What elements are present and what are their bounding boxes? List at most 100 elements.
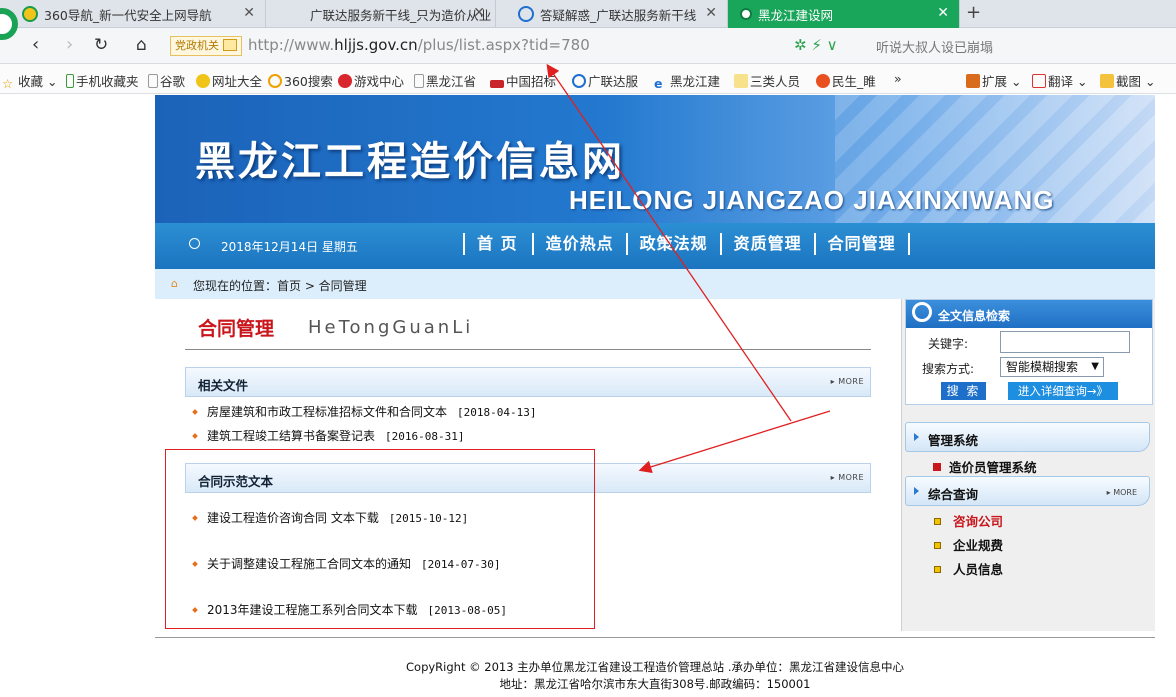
bookmark-favorites[interactable]: ☆ 收藏 ⌄ bbox=[2, 71, 57, 91]
back-button[interactable]: ‹ bbox=[32, 35, 39, 55]
search-panel-header: 全文信息检索 bbox=[906, 300, 1152, 328]
menu-contract[interactable]: 合同管理 bbox=[813, 233, 910, 255]
main-menu: 2018年12月14日 星期五 首 页 造价热点 政策法规 资质管理 合同管理 bbox=[155, 223, 1155, 269]
manage-system-title: 管理系统 bbox=[928, 433, 979, 448]
personnel-info-link[interactable]: 人员信息 bbox=[934, 559, 1003, 578]
advanced-search-button[interactable]: 进入详细查询→》 bbox=[1008, 382, 1118, 400]
menu-hot-topics[interactable]: 造价热点 bbox=[531, 233, 626, 255]
triangle-icon bbox=[914, 433, 919, 441]
clock-icon bbox=[189, 238, 200, 249]
more-link[interactable]: ▸ MORE bbox=[1107, 488, 1137, 497]
tab-360-nav[interactable]: 360导航_新一代安全上网导航 ✕ bbox=[0, 0, 266, 28]
square-bullet-icon bbox=[934, 518, 941, 525]
translate-icon bbox=[1032, 74, 1046, 88]
bookmark-heilongjiang[interactable]: 黑龙江省 bbox=[414, 71, 476, 90]
search-mode-select[interactable]: 智能模糊搜索 ▼ bbox=[1000, 357, 1104, 377]
360-icon bbox=[22, 6, 38, 22]
lightning-icon[interactable]: ✲ ⚡ ∨ bbox=[794, 36, 838, 54]
footer-copyright: CopyRight © 2013 主办单位黑龙江省建设工程造价管理总站 .承办单… bbox=[406, 660, 904, 674]
grid-icon bbox=[933, 463, 941, 471]
manage-system-header[interactable]: 管理系统 bbox=[905, 422, 1150, 452]
tab-glodon-1[interactable]: 广联达服务新干线_只为造价从业 ✕ bbox=[266, 0, 496, 28]
tab-hlj-construction[interactable]: 黑龙江建设网 ✕ bbox=[728, 0, 960, 28]
close-icon[interactable]: ✕ bbox=[937, 5, 949, 21]
related-files-header: 相关文件 ▸ MORE bbox=[185, 367, 871, 397]
query-title: 综合查询 bbox=[928, 487, 979, 502]
bookmark-360-search[interactable]: 360搜索 bbox=[268, 71, 333, 90]
more-link[interactable]: ▸ MORE bbox=[831, 377, 864, 386]
browser-tab-bar: 360导航_新一代安全上网导航 ✕ 广联达服务新干线_只为造价从业 ✕ 答疑解惑… bbox=[0, 0, 1176, 28]
bookmark-hlj-construction[interactable]: e 黑龙江建 bbox=[654, 71, 720, 91]
forward-button[interactable]: › bbox=[66, 35, 73, 55]
arrow-to-samples bbox=[638, 410, 831, 474]
page-icon bbox=[148, 74, 158, 88]
tab-title: 答疑解惑_广联达服务新干线 bbox=[540, 7, 697, 23]
cost-engineer-system-link[interactable]: 造价员管理系统 bbox=[933, 457, 1037, 476]
bookmark-glodon[interactable]: 广联达服 bbox=[572, 71, 638, 90]
consulting-company-link[interactable]: 咨询公司 bbox=[934, 511, 1003, 530]
search-panel-title: 全文信息检索 bbox=[938, 309, 1011, 323]
bullet-icon bbox=[192, 409, 198, 415]
bookmark-mobile[interactable]: 手机收藏夹 bbox=[66, 71, 139, 90]
home-button[interactable]: ⌂ bbox=[136, 35, 147, 55]
magnifier-icon bbox=[912, 302, 932, 322]
bookmark-three-types[interactable]: 三类人员 bbox=[734, 71, 800, 90]
enterprise-fees-link[interactable]: 企业规费 bbox=[934, 535, 1003, 554]
new-tab-button[interactable]: + bbox=[966, 2, 981, 23]
tab-title: 360导航_新一代安全上网导航 bbox=[44, 7, 212, 23]
minsheng-icon bbox=[816, 74, 830, 88]
bookmark-google[interactable]: 谷歌 bbox=[148, 71, 185, 90]
keyword-label: 关键字: bbox=[928, 337, 969, 351]
menu-qualification[interactable]: 资质管理 bbox=[719, 233, 814, 255]
list-item[interactable]: 房屋建筑和市政工程标准招标文件和合同文本 [2018-04-13] bbox=[192, 403, 537, 420]
close-icon[interactable]: ✕ bbox=[705, 5, 717, 21]
site-banner: 黑龙江工程造价信息网 HEILONG JIANGZAO JIAXINXIWANG bbox=[155, 95, 1155, 223]
site-subtitle: HEILONG JIANGZAO JIAXINXIWANG bbox=[569, 185, 1055, 215]
page-title: 合同管理 bbox=[198, 318, 275, 340]
breadcrumb[interactable]: 您现在的位置：首页 > 合同管理 bbox=[193, 277, 367, 294]
extensions-button[interactable]: 扩展 ⌄ bbox=[966, 71, 1021, 90]
tab-title: 黑龙江建设网 bbox=[758, 7, 834, 23]
reload-button[interactable]: ↻ bbox=[94, 35, 108, 55]
menu-policy[interactable]: 政策法规 bbox=[625, 233, 720, 255]
tab-glodon-2[interactable]: 答疑解惑_广联达服务新干线 ✕ bbox=[496, 0, 728, 28]
annotation-box bbox=[165, 449, 595, 629]
search-button[interactable]: 搜 索 bbox=[941, 382, 986, 400]
menu-home[interactable]: 首 页 bbox=[463, 233, 532, 255]
tender-icon bbox=[490, 80, 504, 88]
keyword-input[interactable] bbox=[1000, 331, 1130, 353]
dropdown-arrow-icon: ▼ bbox=[1091, 361, 1099, 372]
screenshot-button[interactable]: 截图 ⌄ bbox=[1100, 71, 1155, 90]
bookmark-tender[interactable]: 中国招标 bbox=[490, 71, 556, 90]
footer-address: 地址：黑龙江省哈尔滨市东大直街308号.邮政编码：150001 bbox=[499, 677, 811, 691]
badge-icon bbox=[223, 39, 237, 51]
search-ring-icon bbox=[268, 74, 282, 88]
grid-icon bbox=[966, 74, 980, 88]
bookmark-games[interactable]: 游戏中心 bbox=[338, 71, 404, 90]
related-files-title: 相关文件 bbox=[198, 378, 249, 393]
bookmark-minsheng[interactable]: 民生_睢 bbox=[816, 71, 876, 90]
query-header[interactable]: 综合查询 ▸ MORE bbox=[905, 476, 1150, 506]
square-bullet-icon bbox=[934, 542, 941, 549]
search-mode-label: 搜索方式: bbox=[922, 362, 975, 376]
bookmark-overflow[interactable]: » bbox=[894, 71, 902, 86]
star-icon: ☆ bbox=[2, 76, 14, 91]
footer-divider bbox=[155, 637, 1155, 638]
360-icon bbox=[196, 74, 210, 88]
close-icon[interactable]: ✕ bbox=[473, 5, 485, 21]
breadcrumb-bar: ⌂ 您现在的位置：首页 > 合同管理 bbox=[155, 269, 1155, 299]
glodon-icon bbox=[518, 6, 534, 22]
gov-badge[interactable]: 党政机关 bbox=[170, 36, 242, 56]
close-icon[interactable]: ✕ bbox=[243, 5, 255, 21]
tab-title: 广联达服务新干线_只为造价从业 bbox=[310, 7, 492, 23]
ie-icon: e bbox=[654, 76, 663, 91]
bookmark-portal[interactable]: 网址大全 bbox=[196, 71, 262, 90]
scissors-icon bbox=[1100, 74, 1114, 88]
more-link[interactable]: ▸ MORE bbox=[831, 473, 864, 482]
translate-button[interactable]: 翻译 ⌄ bbox=[1032, 71, 1087, 90]
search-box[interactable]: 听说大叔人设已崩塌 bbox=[876, 37, 993, 56]
current-date: 2018年12月14日 星期五 bbox=[221, 240, 358, 254]
address-bar[interactable]: http://www.hljjs.gov.cn/plus/list.aspx?t… bbox=[238, 34, 778, 58]
list-item[interactable]: 建筑工程竣工结算书备案登记表 [2016-08-31] bbox=[192, 427, 465, 444]
browser-nav-bar: ‹ › ↻ ⌂ 党政机关 http://www.hljjs.gov.cn/plu… bbox=[0, 28, 1176, 64]
